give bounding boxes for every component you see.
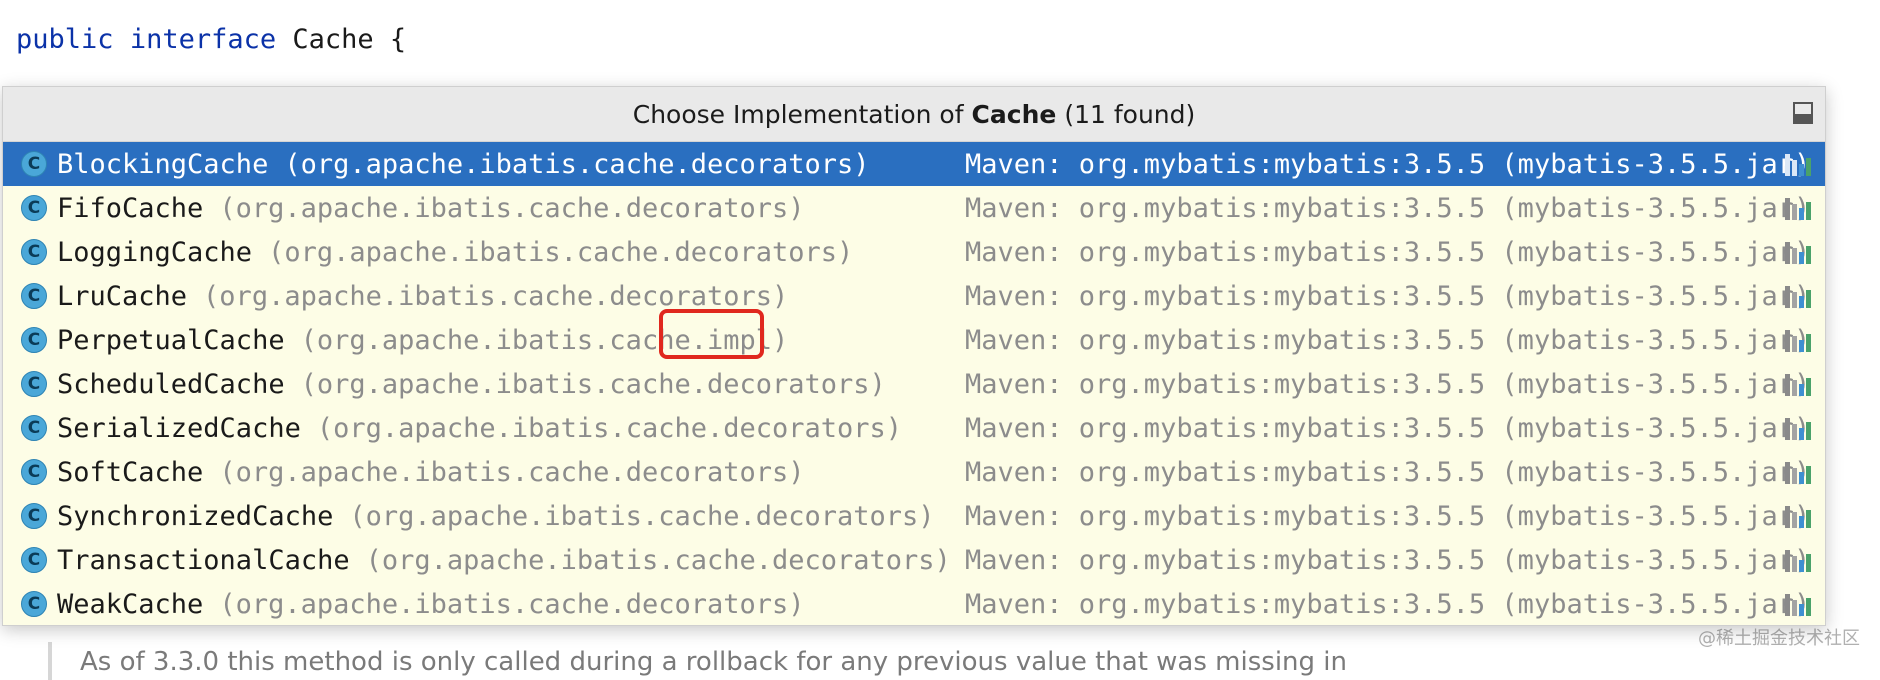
class-icon: C <box>21 327 47 353</box>
implementation-row[interactable]: C ScheduledCache (org.apache.ibatis.cache.… <box>3 362 1825 406</box>
implementation-row[interactable]: C BlockingCache (org.apache.ibatis.cache.d… <box>3 142 1825 186</box>
implementation-row[interactable]: C FifoCache (org.apache.ibatis.cache.decor… <box>3 186 1825 230</box>
implementation-row[interactable]: C SynchronizedCache (org.apache.ibatis.cac… <box>3 494 1825 538</box>
class-icon: C <box>21 459 47 485</box>
popup-title-prefix: Choose Implementation of <box>632 99 964 129</box>
implementation-row[interactable]: C PerpetualCache (org.apache.ibatis.cache.… <box>3 318 1825 362</box>
library-source: Maven: org.mybatis:mybatis:3.5.5 (mybati… <box>965 588 1811 620</box>
annotation-highlight-box <box>659 309 764 359</box>
library-source: Maven: org.mybatis:mybatis:3.5.5 (mybati… <box>965 500 1811 532</box>
package-name: (org.apache.ibatis.cache.decorators) <box>284 148 870 180</box>
implementation-row[interactable]: C TransactionalCache (org.apache.ibatis.ca… <box>3 538 1825 582</box>
class-name: SoftCache <box>57 456 204 488</box>
class-icon: C <box>21 415 47 441</box>
class-name: SynchronizedCache <box>57 500 334 532</box>
popup-title-subject: Cache <box>971 99 1057 129</box>
library-icon <box>1785 504 1815 528</box>
library-source: Maven: org.mybatis:mybatis:3.5.5 (mybati… <box>965 324 1811 356</box>
library-icon <box>1785 592 1815 616</box>
choose-implementation-popup[interactable]: Choose Implementation of Cache (11 found… <box>2 86 1826 626</box>
library-icon <box>1785 548 1815 572</box>
class-name: LoggingCache <box>57 236 253 268</box>
library-source: Maven: org.mybatis:mybatis:3.5.5 (mybati… <box>965 148 1811 180</box>
implementation-row[interactable]: C WeakCache (org.apache.ibatis.cache.decor… <box>3 582 1825 625</box>
keyword-interface: interface <box>129 24 277 55</box>
class-icon: C <box>21 547 47 573</box>
library-icon <box>1785 328 1815 352</box>
library-icon <box>1785 372 1815 396</box>
doc-comment: As of 3.3.0 this method is only called d… <box>48 642 1347 680</box>
class-name: TransactionalCache <box>57 544 350 576</box>
class-name: LruCache <box>57 280 188 312</box>
package-name: (org.apache.ibatis.cache.decorators) <box>219 456 805 488</box>
library-source: Maven: org.mybatis:mybatis:3.5.5 (mybati… <box>965 544 1811 576</box>
class-name: PerpetualCache <box>57 324 285 356</box>
class-icon: C <box>21 591 47 617</box>
class-icon: C <box>21 195 47 221</box>
library-source: Maven: org.mybatis:mybatis:3.5.5 (mybati… <box>965 456 1811 488</box>
class-icon: C <box>21 151 47 177</box>
keyword-public: public <box>16 24 114 55</box>
library-source: Maven: org.mybatis:mybatis:3.5.5 (mybati… <box>965 412 1811 444</box>
class-icon: C <box>21 239 47 265</box>
package-name: (org.apache.ibatis.cache.decorators) <box>365 544 951 576</box>
class-name: WeakCache <box>57 588 204 620</box>
library-icon <box>1785 284 1815 308</box>
library-icon <box>1785 416 1815 440</box>
package-name: (org.apache.ibatis.cache.decorators) <box>219 588 805 620</box>
library-icon <box>1785 460 1815 484</box>
class-icon: C <box>21 283 47 309</box>
class-name: ScheduledCache <box>57 368 285 400</box>
implementation-row[interactable]: C SerializedCache (org.apache.ibatis.cache… <box>3 406 1825 450</box>
watermark: @稀土掘金技术社区 <box>1698 628 1860 649</box>
library-icon <box>1785 152 1815 176</box>
library-source: Maven: org.mybatis:mybatis:3.5.5 (mybati… <box>965 280 1811 312</box>
pin-window-icon[interactable] <box>1793 102 1813 124</box>
library-icon <box>1785 196 1815 220</box>
popup-title-count: (11 found) <box>1064 99 1196 129</box>
code-line-interface-declaration: public interface Cache { <box>16 24 406 55</box>
library-source: Maven: org.mybatis:mybatis:3.5.5 (mybati… <box>965 368 1811 400</box>
package-name: (org.apache.ibatis.cache.decorators) <box>316 412 903 444</box>
implementation-list[interactable]: C BlockingCache (org.apache.ibatis.cache.d… <box>3 142 1825 625</box>
class-name: BlockingCache <box>57 148 269 180</box>
package-name: (org.apache.ibatis.cache.decorators) <box>300 368 886 400</box>
implementation-row[interactable]: C SoftCache (org.apache.ibatis.cache.decor… <box>3 450 1825 494</box>
package-name: (org.apache.ibatis.cache.decorators) <box>268 236 854 268</box>
library-source: Maven: org.mybatis:mybatis:3.5.5 (mybati… <box>965 236 1811 268</box>
class-name: FifoCache <box>57 192 204 224</box>
library-source: Maven: org.mybatis:mybatis:3.5.5 (mybati… <box>965 192 1811 224</box>
implementation-row[interactable]: C LruCache (org.apache.ibatis.cache.decora… <box>3 274 1825 318</box>
package-name: (org.apache.ibatis.cache.decorators) <box>219 192 805 224</box>
implementation-row[interactable]: C LoggingCache (org.apache.ibatis.cache.de… <box>3 230 1825 274</box>
class-icon: C <box>21 371 47 397</box>
class-name: SerializedCache <box>57 412 301 444</box>
package-name: (org.apache.ibatis.cache.decorators) <box>349 500 935 532</box>
class-icon: C <box>21 503 47 529</box>
library-icon <box>1785 240 1815 264</box>
popup-header: Choose Implementation of Cache (11 found… <box>3 87 1825 142</box>
interface-name: Cache { <box>292 24 407 55</box>
package-name: (org.apache.ibatis.cache.decorators) <box>203 280 789 312</box>
